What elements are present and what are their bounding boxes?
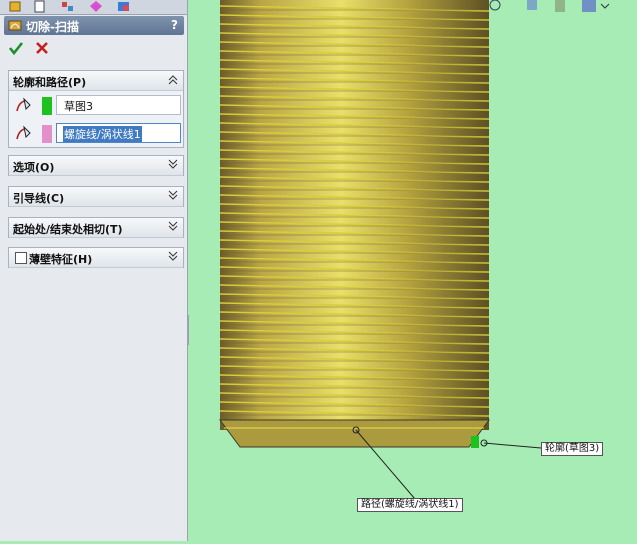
profile-row: 草图3: [9, 91, 183, 119]
rotate-icon: [527, 0, 537, 10]
options-header[interactable]: 选项(O): [9, 156, 183, 176]
check-icon: [8, 42, 24, 56]
profile-path-label: 轮廓和路径(P): [13, 76, 87, 89]
profile-path-group: 轮廓和路径(P) 草图3 螺旋线/涡状线1: [8, 70, 184, 148]
cancel-button[interactable]: [34, 40, 50, 56]
chevron-down-icon[interactable]: [166, 188, 180, 202]
zoom-icon: [489, 0, 501, 11]
swept-cut-icon: [8, 20, 22, 31]
chevron-down-icon: [600, 3, 610, 9]
configuration-icon: [62, 2, 73, 11]
profile-callout[interactable]: 轮廓(草图3): [541, 442, 604, 456]
path-selection-field[interactable]: 螺旋线/涡状线1: [56, 123, 181, 143]
chamfer-edge: [219, 419, 490, 448]
property-manager-tab[interactable]: [32, 0, 50, 13]
profile-value: 草图3: [64, 100, 93, 113]
section-view-icon: [555, 0, 565, 12]
graphics-viewport[interactable]: 轮廓(草图3) 路径(螺旋线/涡状线1): [189, 0, 637, 541]
path-row: 螺旋线/涡状线1: [9, 119, 183, 147]
guide-curves-label: 引导线(C): [13, 192, 65, 205]
thin-feature-checkbox[interactable]: [15, 252, 27, 264]
feature-manager-tab[interactable]: [8, 0, 26, 13]
ok-button[interactable]: [8, 40, 24, 56]
thin-feature-header[interactable]: 薄壁特征(H): [9, 248, 183, 268]
property-icon: [34, 0, 45, 13]
profile-marker: [471, 436, 479, 448]
view-toolbar-icons: [489, 0, 610, 12]
panel-title: 切除-扫描: [26, 20, 79, 34]
guide-curves-header[interactable]: 引导线(C): [9, 187, 183, 207]
configuration-manager-tab[interactable]: [60, 0, 78, 13]
path-value: 螺旋线/涡状线1: [63, 126, 142, 142]
view-orientation-icon: [582, 0, 596, 12]
options-group: 选项(O): [8, 155, 184, 176]
thin-feature-label: 薄壁特征(H): [29, 253, 93, 266]
threaded-model: [219, 0, 542, 500]
dimxpert-tab[interactable]: [88, 0, 106, 13]
tangency-group: 起始处/结束处相切(T): [8, 217, 184, 238]
display-manager-tab[interactable]: [116, 0, 134, 13]
view-toolbar: [475, 0, 637, 16]
chevron-down-icon[interactable]: [166, 157, 180, 171]
path-callout[interactable]: 路径(螺旋线/涡状线1): [357, 498, 463, 512]
manager-tabs: [0, 0, 187, 15]
profile-path-header[interactable]: 轮廓和路径(P): [9, 71, 183, 91]
path-color-swatch: [42, 125, 52, 143]
thin-feature-group: 薄壁特征(H): [8, 247, 184, 268]
property-manager: 切除-扫描 ? 轮廓和路径(P) 草图3 螺旋线/涡状线1 选项(O) 引导线(…: [0, 0, 188, 541]
help-button[interactable]: ?: [171, 18, 178, 32]
profile-selection-field[interactable]: 草图3: [56, 95, 181, 115]
display-icon: [118, 2, 129, 11]
panel-title-bar: 切除-扫描 ?: [4, 16, 184, 35]
profile-leader-line: [483, 442, 542, 449]
tangency-label: 起始处/结束处相切(T): [13, 223, 123, 236]
chevron-down-icon[interactable]: [166, 219, 180, 233]
feature-tree-icon: [9, 1, 21, 12]
profile-color-swatch: [42, 97, 52, 115]
x-icon: [36, 42, 48, 54]
options-label: 选项(O): [13, 161, 55, 174]
dimxpert-icon: [90, 1, 102, 12]
guide-curves-group: 引导线(C): [8, 186, 184, 207]
tangency-header[interactable]: 起始处/结束处相切(T): [9, 218, 183, 238]
profile-selector-icon: [16, 97, 31, 112]
chevron-up-icon[interactable]: [166, 72, 180, 86]
path-selector-icon: [16, 125, 31, 140]
chevron-down-icon[interactable]: [166, 249, 180, 263]
